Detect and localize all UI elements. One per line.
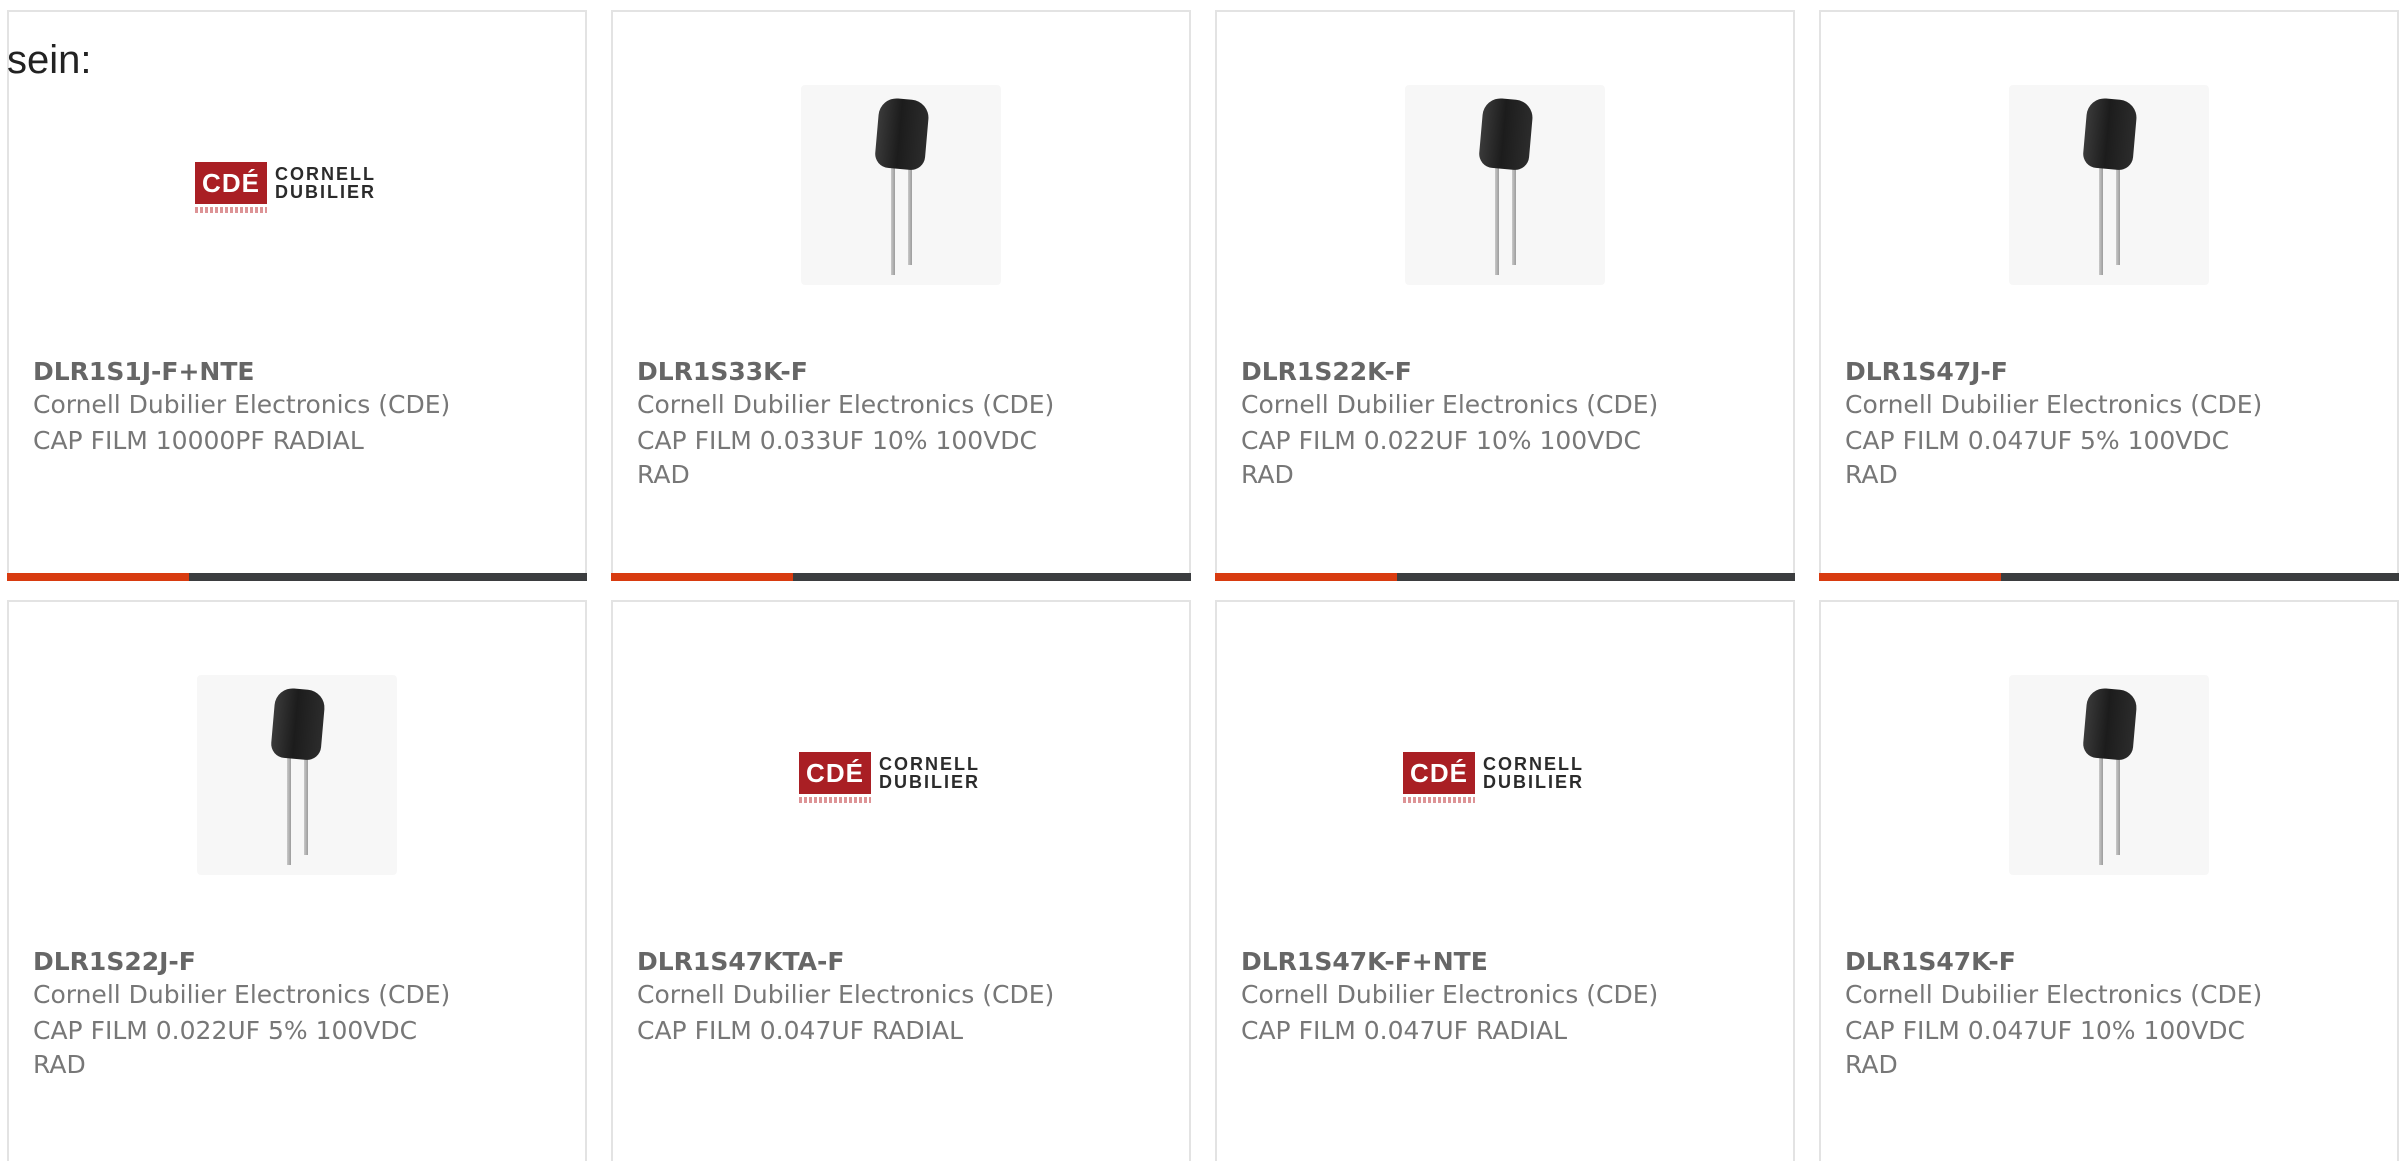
- cde-logo-tagline: [1403, 797, 1475, 803]
- capacitor-lead: [304, 755, 308, 855]
- manufacturer: Cornell Dubilier Electronics (CDE): [1845, 390, 2263, 419]
- manufacturer: Cornell Dubilier Electronics (CDE): [33, 980, 451, 1009]
- part-number[interactable]: DLR1S47KTA-F: [637, 947, 844, 976]
- description: CAP FILM 0.022UF 10% 100VDC RAD: [1241, 426, 1642, 489]
- capacitor-lead: [2099, 165, 2103, 275]
- card-accent-highlight: [7, 573, 189, 581]
- capacitor-lead: [1512, 165, 1516, 265]
- capacitor-lead: [1495, 165, 1499, 275]
- card-accent-highlight: [1215, 573, 1397, 581]
- part-number[interactable]: DLR1S22K-F: [1241, 357, 1412, 386]
- capacitor-lead: [2116, 165, 2120, 265]
- product-card[interactable]: CDÉ CORNELL DUBILIER DLR1S47K-F+NTE Corn…: [1215, 600, 1795, 1161]
- card-accent-highlight: [1819, 573, 2001, 581]
- description: CAP FILM 0.047UF 10% 100VDC RAD: [1845, 1016, 2246, 1079]
- cde-logo-box: CDÉ: [1403, 752, 1475, 794]
- product-card[interactable]: DLR1S47J-F Cornell Dubilier Electronics …: [1819, 10, 2399, 581]
- product-image[interactable]: CDÉ CORNELL DUBILIER: [9, 77, 585, 297]
- card-accent-highlight: [611, 573, 793, 581]
- cde-logo-text: CORNELL DUBILIER: [275, 165, 399, 201]
- capacitor-body: [2082, 96, 2138, 172]
- card-accent-bar: [7, 573, 587, 581]
- capacitor-image: [2009, 85, 2209, 285]
- description: CAP FILM 0.047UF 5% 100VDC RAD: [1845, 426, 2230, 489]
- product-image[interactable]: CDÉ CORNELL DUBILIER: [1217, 667, 1793, 887]
- cde-logo: CDÉ CORNELL DUBILIER: [195, 162, 399, 216]
- manufacturer: Cornell Dubilier Electronics (CDE): [33, 390, 451, 419]
- cde-logo-line2: DUBILIER: [275, 182, 376, 202]
- cde-logo-box: CDÉ: [799, 752, 871, 794]
- capacitor-lead: [2116, 755, 2120, 855]
- part-number[interactable]: DLR1S22J-F: [33, 947, 196, 976]
- manufacturer: Cornell Dubilier Electronics (CDE): [637, 980, 1055, 1009]
- cde-logo-text: CORNELL DUBILIER: [879, 755, 1003, 791]
- cde-logo: CDÉ CORNELL DUBILIER: [799, 752, 1003, 806]
- capacitor-body: [874, 96, 930, 172]
- capacitor-lead: [2099, 755, 2103, 865]
- cde-logo-line1: CORNELL: [879, 754, 980, 774]
- part-number[interactable]: DLR1S47K-F: [1845, 947, 2016, 976]
- product-card[interactable]: DLR1S47K-F Cornell Dubilier Electronics …: [1819, 600, 2399, 1161]
- intro-text: sein:: [7, 38, 92, 82]
- product-image[interactable]: CDÉ CORNELL DUBILIER: [613, 667, 1189, 887]
- capacitor-lead: [891, 165, 895, 275]
- capacitor-lead: [287, 755, 291, 865]
- card-accent-bar: [611, 573, 1191, 581]
- manufacturer: Cornell Dubilier Electronics (CDE): [1241, 980, 1659, 1009]
- description: CAP FILM 0.022UF 5% 100VDC RAD: [33, 1016, 418, 1079]
- product-image[interactable]: [1821, 77, 2397, 297]
- description: CAP FILM 0.033UF 10% 100VDC RAD: [637, 426, 1038, 489]
- description: CAP FILM 0.047UF RADIAL: [1241, 1016, 1568, 1045]
- product-image[interactable]: [1821, 667, 2397, 887]
- part-number[interactable]: DLR1S47J-F: [1845, 357, 2008, 386]
- description: CAP FILM 0.047UF RADIAL: [637, 1016, 964, 1045]
- part-number[interactable]: DLR1S1J-F+NTE: [33, 357, 254, 386]
- cde-logo: CDÉ CORNELL DUBILIER: [1403, 752, 1607, 806]
- product-card[interactable]: CDÉ CORNELL DUBILIER DLR1S1J-F+NTE Corne…: [7, 10, 587, 581]
- cde-logo-text: CORNELL DUBILIER: [1483, 755, 1607, 791]
- card-accent-bar: [1819, 573, 2399, 581]
- product-card[interactable]: DLR1S22J-F Cornell Dubilier Electronics …: [7, 600, 587, 1161]
- cde-logo-line2: DUBILIER: [879, 772, 980, 792]
- product-image[interactable]: [9, 667, 585, 887]
- capacitor-image: [197, 675, 397, 875]
- cde-logo-line1: CORNELL: [1483, 754, 1584, 774]
- capacitor-lead: [908, 165, 912, 265]
- product-card[interactable]: DLR1S33K-F Cornell Dubilier Electronics …: [611, 10, 1191, 581]
- capacitor-image: [2009, 675, 2209, 875]
- product-card[interactable]: CDÉ CORNELL DUBILIER DLR1S47KTA-F Cornel…: [611, 600, 1191, 1161]
- capacitor-image: [1405, 85, 1605, 285]
- product-image[interactable]: [613, 77, 1189, 297]
- product-image[interactable]: [1217, 77, 1793, 297]
- manufacturer: Cornell Dubilier Electronics (CDE): [1845, 980, 2263, 1009]
- cde-logo-line2: DUBILIER: [1483, 772, 1584, 792]
- card-accent-bar: [1215, 573, 1795, 581]
- cde-logo-tagline: [195, 207, 267, 213]
- capacitor-body: [270, 686, 326, 762]
- manufacturer: Cornell Dubilier Electronics (CDE): [1241, 390, 1659, 419]
- cde-logo-line1: CORNELL: [275, 164, 376, 184]
- capacitor-body: [1478, 96, 1534, 172]
- manufacturer: Cornell Dubilier Electronics (CDE): [637, 390, 1055, 419]
- cde-logo-box: CDÉ: [195, 162, 267, 204]
- part-number[interactable]: DLR1S47K-F+NTE: [1241, 947, 1488, 976]
- part-number[interactable]: DLR1S33K-F: [637, 357, 808, 386]
- description: CAP FILM 10000PF RADIAL: [33, 426, 364, 455]
- capacitor-body: [2082, 686, 2138, 762]
- cde-logo-tagline: [799, 797, 871, 803]
- product-card[interactable]: DLR1S22K-F Cornell Dubilier Electronics …: [1215, 10, 1795, 581]
- capacitor-image: [801, 85, 1001, 285]
